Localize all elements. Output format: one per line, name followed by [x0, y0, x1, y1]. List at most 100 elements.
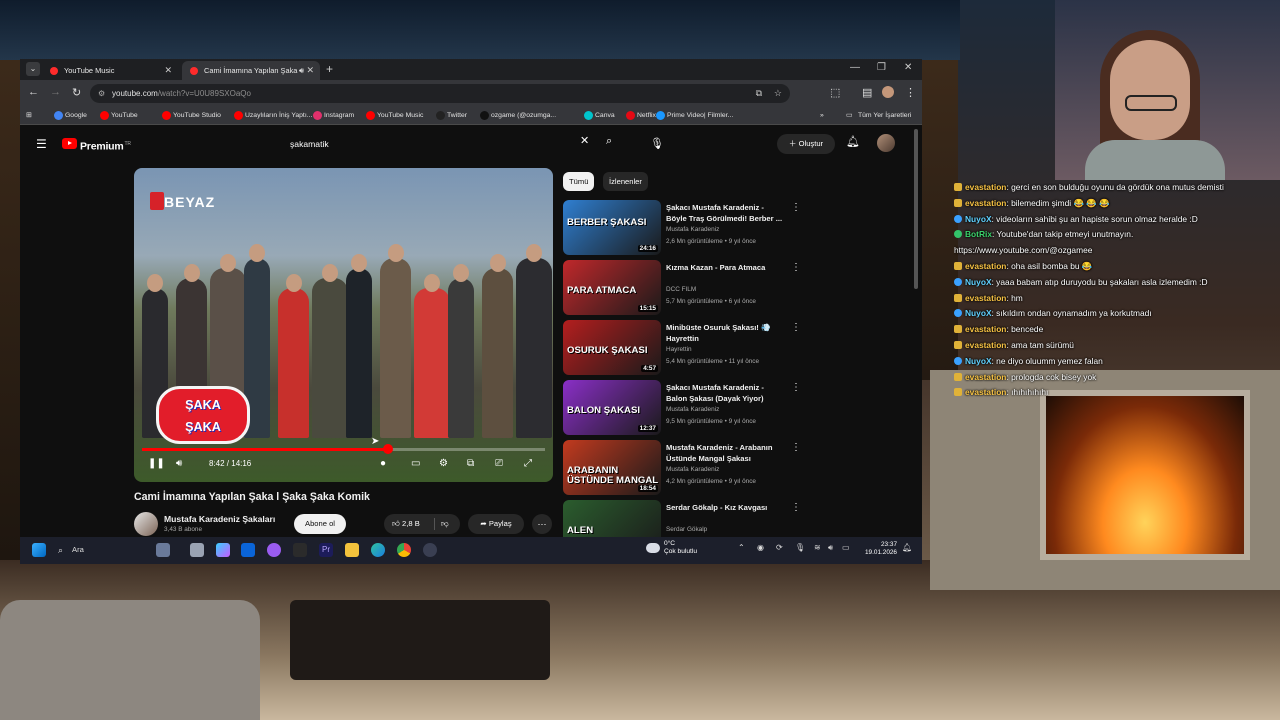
address-bar[interactable]: ⚙ youtube.com/watch?v=U0U89SXOaQo ⧉ ☆ [90, 84, 790, 103]
autoplay-toggle-icon[interactable]: ● [380, 458, 386, 469]
search-icon[interactable]: ⌕ [606, 135, 612, 148]
tab-search-button[interactable]: ⌄ [26, 62, 40, 76]
youtube-premium-logo[interactable]: PremiumTR [62, 137, 131, 153]
recommended-channel[interactable]: Hayrettin [666, 346, 692, 353]
outlook-icon[interactable] [241, 543, 255, 557]
bookmarks-overflow-icon[interactable]: » [820, 107, 824, 124]
speaker-icon[interactable]: 🔊︎ [828, 543, 833, 553]
tab-youtube-music[interactable]: YouTube Music ✕ [42, 61, 178, 80]
show-hidden-icons-chevron-icon[interactable]: ⌃ [738, 543, 745, 552]
channel-name[interactable]: Mustafa Karadeniz Şakaları [164, 514, 275, 524]
recommended-video[interactable]: OSURUK ŞAKASI 4:57 Minibüste Osuruk Şakası… [563, 320, 903, 378]
video-menu-icon[interactable]: ⋮ [791, 322, 801, 333]
settings-gear-icon[interactable]: ⚙ [439, 458, 448, 469]
bookmark-item[interactable]: Twitter [436, 107, 467, 124]
page-scrollbar[interactable] [914, 129, 918, 289]
video-thumbnail[interactable]: BALON ŞAKASI 12:37 [563, 380, 661, 435]
recommended-channel[interactable]: DCC FILM [666, 286, 696, 293]
recommended-channel[interactable]: Serdar Gökalp [666, 526, 707, 533]
like-button[interactable]: 👍︎ 2,8 B 👎︎ [384, 514, 460, 534]
close-tab-icon[interactable]: ✕ [164, 61, 172, 80]
volume-icon[interactable]: 🔊︎ [176, 458, 182, 469]
video-thumbnail[interactable]: OSURUK ŞAKASI 4:57 [563, 320, 661, 375]
audio-playing-icon[interactable]: 🔊︎ [299, 61, 304, 80]
video-menu-icon[interactable]: ⋮ [791, 502, 801, 513]
chip-all[interactable]: Tümü [563, 172, 595, 191]
create-button[interactable]: ＋ Oluştur [777, 134, 835, 154]
search-input[interactable]: şakamatik [282, 134, 602, 154]
premiere-pro-icon[interactable]: Pr [319, 543, 333, 557]
video-thumbnail[interactable]: ARABANIN ÜSTÜNDE MANGAL 18:54 [563, 440, 661, 495]
microphone-icon[interactable]: 🎙︎ [795, 543, 805, 552]
recommended-video[interactable]: PARA ATMACA 15:15 Kızma Kazan - Para Atmac… [563, 260, 903, 318]
video-thumbnail[interactable]: BERBER ŞAKASI 24:16 [563, 200, 661, 255]
system-clock[interactable]: 23:37 19.01.2026 [863, 541, 897, 558]
recommended-video-title[interactable]: Kızma Kazan - Para Atmaca [666, 262, 786, 273]
recommended-video-title[interactable]: Şakacı Mustafa Karadeniz - Böyle Traş Gö… [666, 202, 786, 224]
share-button[interactable]: ➦ Paylaş [468, 514, 524, 534]
bookmark-item[interactable]: Prime Video| Filmler... [656, 107, 733, 124]
subtitles-icon[interactable]: ▭ [411, 458, 420, 469]
side-panel-icon[interactable]: ▤ [862, 86, 872, 99]
recommended-video-title[interactable]: Minibüste Osuruk Şakası! 💨 Hayrettin [666, 322, 786, 344]
bookmark-item[interactable]: Instagram [313, 107, 354, 124]
weather-widget[interactable]: 0°C Çok bulutlu [646, 540, 697, 557]
subscribe-button[interactable]: Abone ol [294, 514, 346, 534]
wifi-icon[interactable]: ≋ [814, 543, 821, 552]
forward-arrow-icon[interactable]: → [50, 86, 61, 98]
close-window-icon[interactable]: ✕ [904, 62, 912, 73]
bookmark-item[interactable]: Netflix [626, 107, 656, 124]
folder-icon[interactable] [345, 543, 359, 557]
recommended-video[interactable]: BALON ŞAKASI 12:37 Şakacı Mustafa Karadeni… [563, 380, 903, 438]
bookmark-item[interactable]: ozgame (@ozumga... [480, 107, 556, 124]
app-icon[interactable] [293, 543, 307, 557]
site-info-icon[interactable]: ⚙ [98, 84, 105, 103]
fullscreen-icon[interactable]: ⤢ [524, 458, 532, 469]
recommended-channel[interactable]: Mustafa Karadeniz [666, 406, 719, 413]
tab-active-video[interactable]: Cami İmamına Yapılan Şaka 🔊︎ ✕ [182, 61, 320, 80]
recommended-video-title[interactable]: Mustafa Karadeniz - Arabanın Üstünde Man… [666, 442, 786, 464]
recommended-video[interactable]: BERBER ŞAKASI 24:16 Şakacı Mustafa Karaden… [563, 200, 903, 258]
recommended-channel[interactable]: Mustafa Karadeniz [666, 226, 719, 233]
maximize-icon[interactable]: ❐ [877, 62, 886, 73]
clear-search-icon[interactable]: ✕ [580, 134, 589, 147]
apps-icon[interactable]: ⊞ [26, 107, 32, 124]
taskbar-search[interactable]: ⌕ Ara [58, 543, 84, 557]
chrome-icon[interactable] [397, 543, 411, 557]
notification-bell-icon[interactable]: 🔔︎ [902, 543, 912, 552]
extensions-icon[interactable]: ⬚ [830, 86, 840, 99]
recommended-video-title[interactable]: Serdar Gökalp - Kız Kavgası [666, 502, 786, 513]
video-menu-icon[interactable]: ⋮ [791, 382, 801, 393]
bookmark-item[interactable]: YouTube Studio [162, 107, 221, 124]
back-arrow-icon[interactable]: ← [28, 86, 39, 98]
video-thumbnail[interactable]: PARA ATMACA 15:15 [563, 260, 661, 315]
tray-sync-icon[interactable]: ⟳ [776, 543, 783, 552]
voice-search-icon[interactable]: 🎙︎ [644, 131, 670, 157]
new-tab-button[interactable]: + [326, 62, 333, 76]
edge-browser-icon[interactable] [371, 543, 385, 557]
account-avatar[interactable] [877, 134, 895, 152]
cast-icon[interactable]: ⎚ [495, 458, 503, 469]
start-windows-icon[interactable] [32, 543, 46, 557]
reload-icon[interactable]: ↻ [72, 86, 81, 99]
progress-scrubber[interactable] [382, 444, 393, 454]
all-bookmarks-folder[interactable]: ▭ Tüm Yer İşaretleri [846, 107, 911, 124]
recommended-channel[interactable]: Mustafa Karadeniz [666, 466, 719, 473]
video-progress-bar[interactable] [142, 444, 545, 454]
video-menu-icon[interactable]: ⋮ [791, 442, 801, 453]
obs-icon[interactable] [267, 543, 281, 557]
copilot-icon[interactable] [216, 543, 230, 557]
bookmark-item[interactable]: Google [54, 107, 87, 124]
guide-menu-icon[interactable]: ☰ [36, 137, 47, 151]
chip-watched[interactable]: İzlenenler [603, 172, 648, 191]
battery-icon[interactable]: ▭ [842, 543, 850, 552]
video-menu-icon[interactable]: ⋮ [791, 202, 801, 213]
notifications-bell-icon[interactable]: 🔔︎ [846, 135, 860, 148]
more-actions-icon[interactable]: ⋯ [532, 514, 552, 534]
bookmark-item[interactable]: Canva [584, 107, 615, 124]
bookmark-item[interactable]: YouTube Music [366, 107, 423, 124]
file-manager-icon[interactable] [190, 543, 204, 557]
video-player[interactable]: BEYAZ ŞAKA ŞAKA ➤ ❚❚ 🔊︎ 8:42 / 14:16 ● ▭… [134, 168, 553, 482]
profile-avatar[interactable] [882, 86, 894, 98]
widgets-icon[interactable] [156, 543, 170, 557]
